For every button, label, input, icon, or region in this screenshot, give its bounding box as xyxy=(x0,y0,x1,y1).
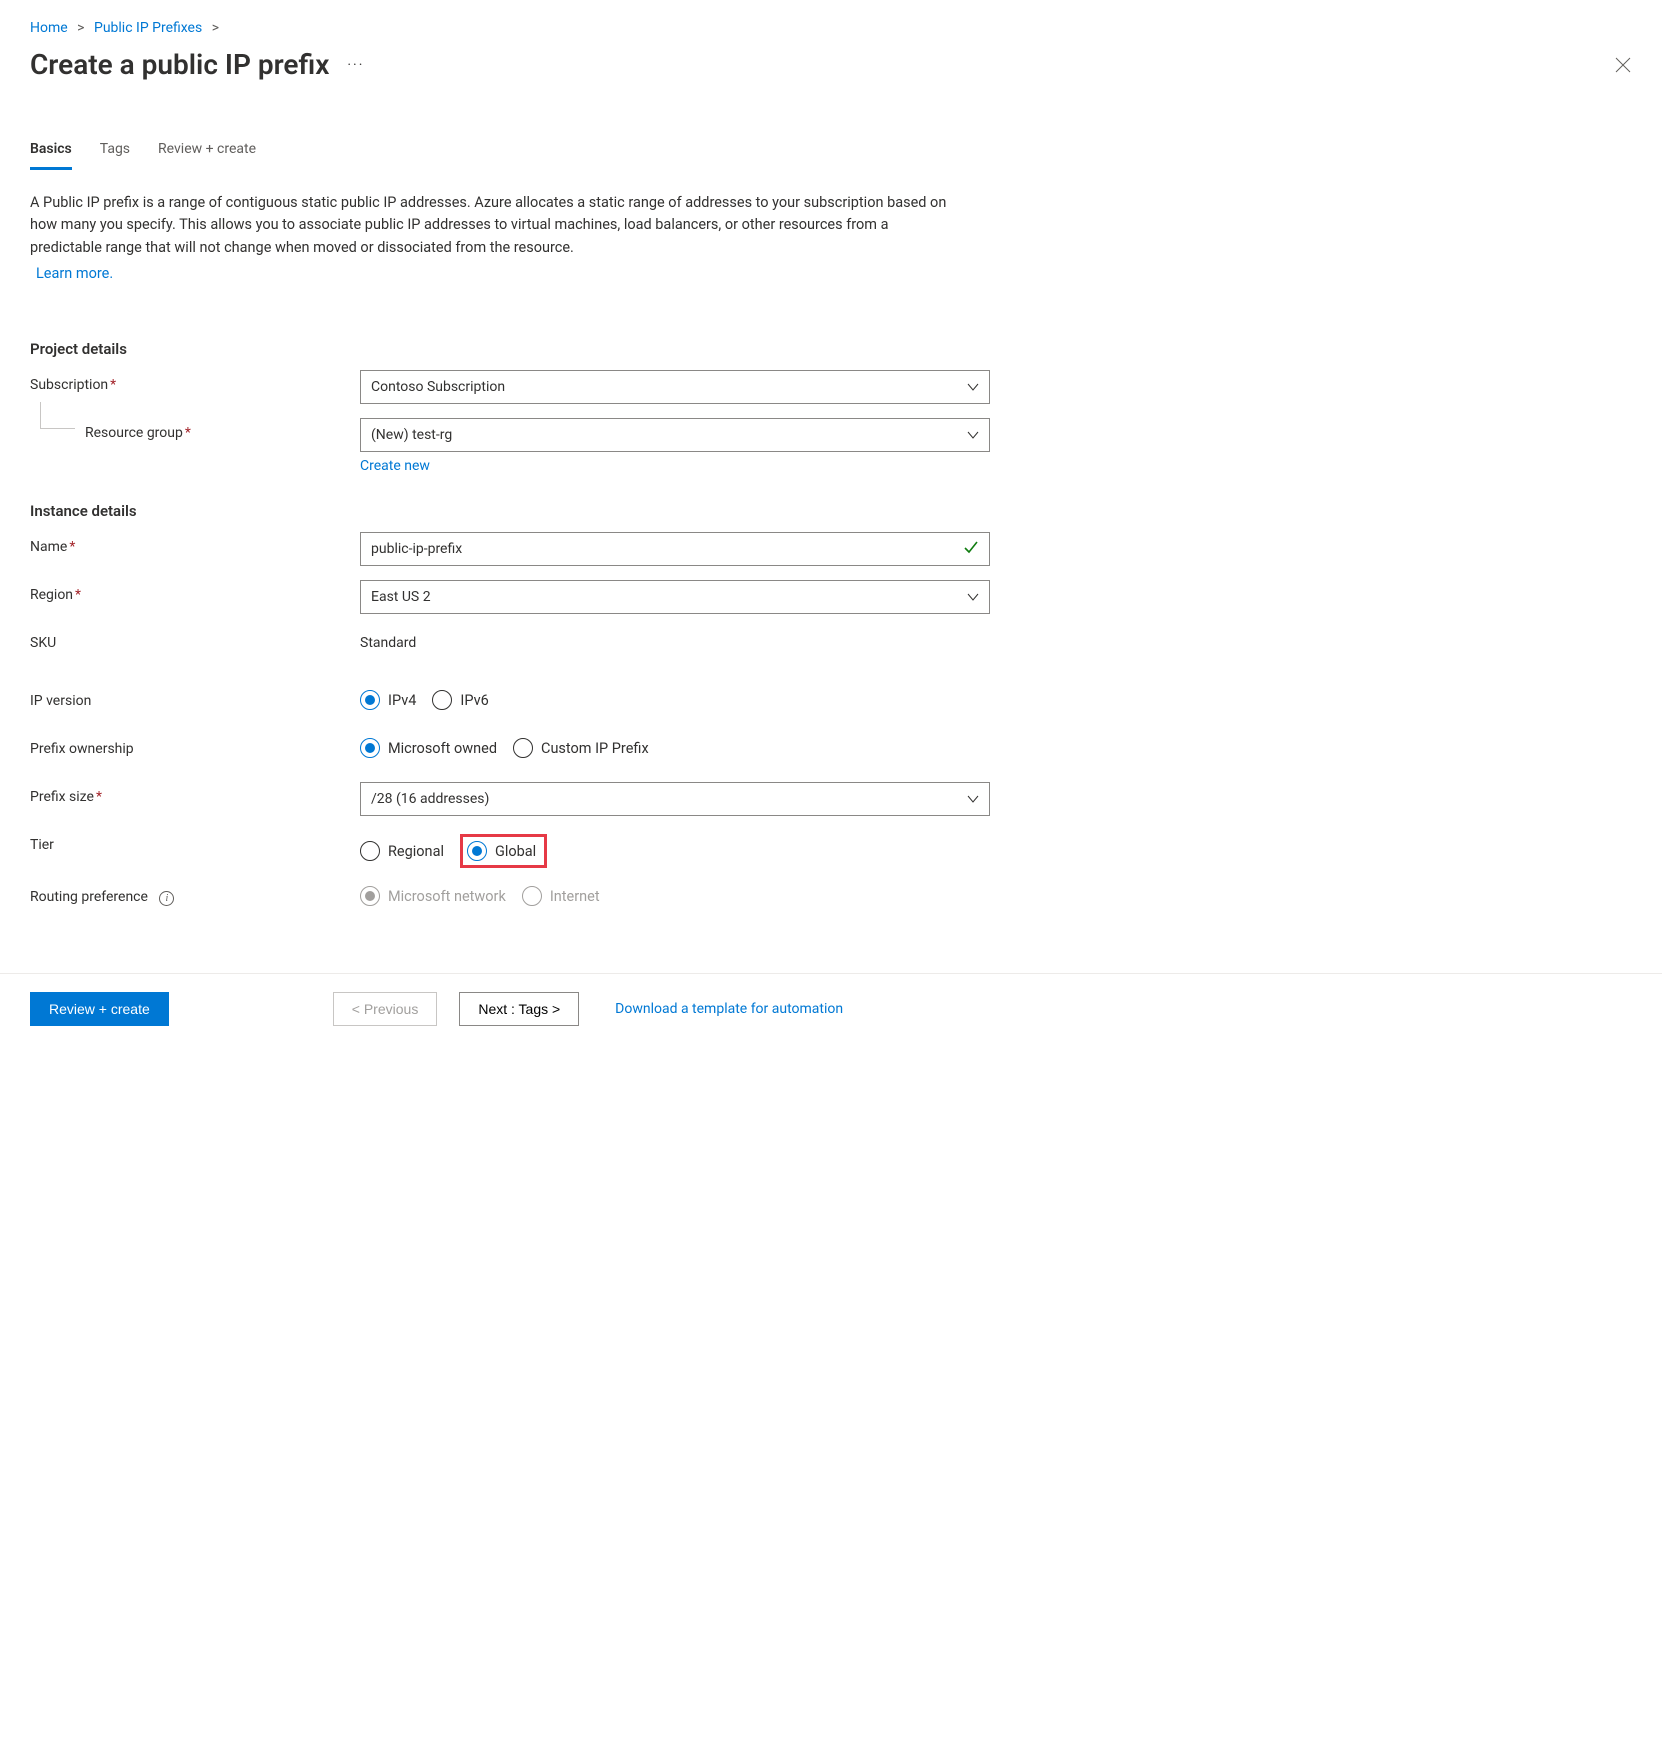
radio-internet: Internet xyxy=(522,886,600,906)
section-instance-details: Instance details xyxy=(30,502,1632,520)
chevron-down-icon xyxy=(967,591,979,603)
section-project-details: Project details xyxy=(30,340,1632,358)
label-ip-version: IP version xyxy=(30,686,360,709)
tab-basics[interactable]: Basics xyxy=(30,141,72,170)
breadcrumb-prefixes[interactable]: Public IP Prefixes xyxy=(94,20,202,36)
breadcrumb: Home > Public IP Prefixes > xyxy=(30,20,1632,36)
chevron-down-icon xyxy=(967,381,979,393)
label-prefix-ownership: Prefix ownership xyxy=(30,734,360,757)
name-input[interactable]: public-ip-prefix xyxy=(360,532,990,566)
tab-tags[interactable]: Tags xyxy=(100,141,130,170)
prefix-size-dropdown[interactable]: /28 (16 addresses) xyxy=(360,782,990,816)
label-region: Region* xyxy=(30,580,360,603)
highlight-global-tier: Global xyxy=(460,834,547,868)
footer-bar: Review + create < Previous Next : Tags >… xyxy=(0,973,1662,1050)
description-text: A Public IP prefix is a range of contigu… xyxy=(30,192,950,259)
radio-microsoft-owned[interactable]: Microsoft owned xyxy=(360,738,497,758)
radio-microsoft-network: Microsoft network xyxy=(360,886,506,906)
next-button[interactable]: Next : Tags > xyxy=(459,992,579,1026)
close-icon[interactable] xyxy=(1614,56,1632,74)
download-template-link[interactable]: Download a template for automation xyxy=(615,1001,843,1017)
label-tier: Tier xyxy=(30,830,360,853)
breadcrumb-home[interactable]: Home xyxy=(30,20,68,36)
radio-global[interactable]: Global xyxy=(467,841,536,861)
review-create-button[interactable]: Review + create xyxy=(30,992,169,1026)
label-sku: SKU xyxy=(30,628,360,651)
label-routing-preference: Routing preference i xyxy=(30,882,360,906)
label-name: Name* xyxy=(30,532,360,555)
chevron-right-icon: > xyxy=(212,20,219,36)
tabs: Basics Tags Review + create xyxy=(30,141,1632,170)
resource-group-dropdown[interactable]: (New) test-rg xyxy=(360,418,990,452)
chevron-down-icon xyxy=(967,429,979,441)
previous-button: < Previous xyxy=(333,992,438,1026)
tab-review[interactable]: Review + create xyxy=(158,141,256,170)
radio-regional[interactable]: Regional xyxy=(360,841,444,861)
label-prefix-size: Prefix size* xyxy=(30,782,360,805)
label-subscription: Subscription* xyxy=(30,370,360,393)
learn-more-link[interactable]: Learn more. xyxy=(36,265,113,282)
chevron-down-icon xyxy=(967,793,979,805)
checkmark-icon xyxy=(963,539,979,559)
radio-custom-ip-prefix[interactable]: Custom IP Prefix xyxy=(513,738,649,758)
radio-ipv6[interactable]: IPv6 xyxy=(432,690,488,710)
radio-ipv4[interactable]: IPv4 xyxy=(360,690,416,710)
info-icon[interactable]: i xyxy=(159,891,174,906)
subscription-dropdown[interactable]: Contoso Subscription xyxy=(360,370,990,404)
chevron-right-icon: > xyxy=(77,20,84,36)
sku-value: Standard xyxy=(360,628,990,651)
region-dropdown[interactable]: East US 2 xyxy=(360,580,990,614)
page-title: Create a public IP prefix xyxy=(30,48,329,81)
more-icon[interactable]: ··· xyxy=(347,57,364,73)
create-new-link[interactable]: Create new xyxy=(360,458,430,474)
label-resource-group: Resource group* xyxy=(30,418,360,441)
